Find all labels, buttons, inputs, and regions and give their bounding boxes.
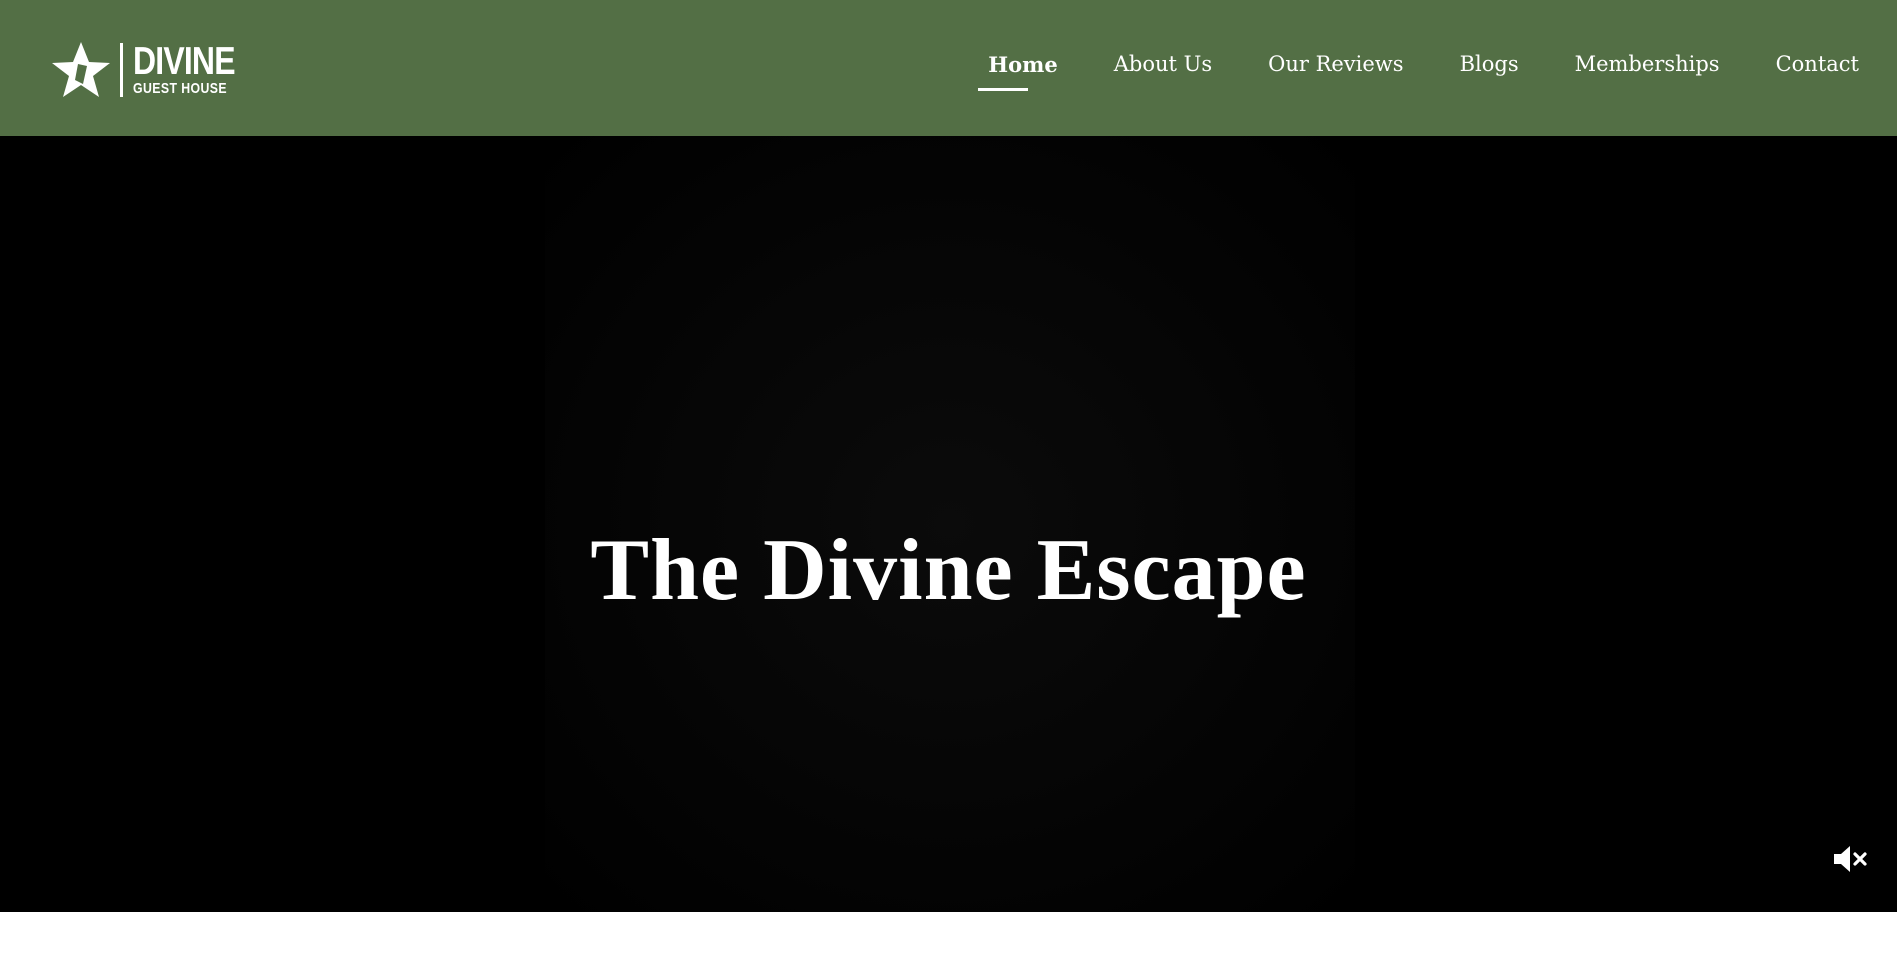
nav-item-memberships[interactable]: Memberships [1575, 52, 1720, 77]
nav-item-about-us[interactable]: About Us [1114, 52, 1212, 77]
nav-item-our-reviews[interactable]: Our Reviews [1268, 52, 1403, 77]
brand-subtitle: GUEST HOUSE [133, 80, 228, 97]
nav-item-blogs[interactable]: Blogs [1460, 52, 1519, 77]
site-header: DIVINE GUEST HOUSE Home About Us Our Rev… [0, 0, 1897, 136]
star-icon [52, 42, 110, 97]
brand-name: DIVINE [133, 40, 236, 83]
main-nav: Home About Us Our Reviews Blogs Membersh… [978, 52, 1859, 91]
mute-button[interactable] [1832, 844, 1868, 874]
brand-logo[interactable]: DIVINE GUEST HOUSE [50, 40, 257, 100]
nav-item-home[interactable]: Home [978, 52, 1058, 91]
content-area [0, 912, 1897, 970]
logo-text: DIVINE GUEST HOUSE [133, 40, 257, 97]
hero-title: The Divine Escape [590, 521, 1307, 619]
hero-video: The Divine Escape [0, 136, 1897, 912]
volume-muted-icon [1834, 846, 1867, 872]
logo-divider [120, 43, 123, 97]
nav-item-contact[interactable]: Contact [1776, 52, 1859, 77]
